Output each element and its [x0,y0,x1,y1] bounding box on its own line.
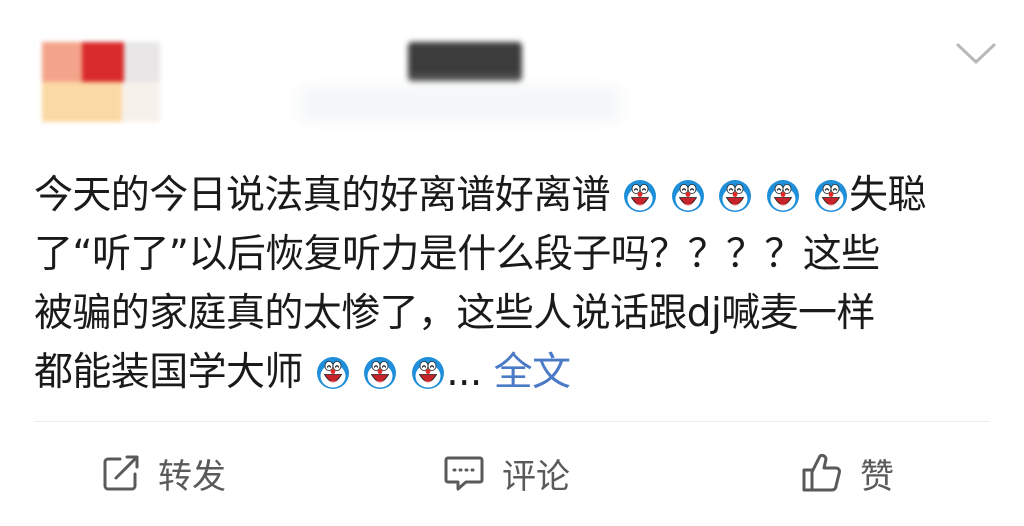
like-button[interactable]: 赞 [800,448,894,498]
doraemon-emoji-svg [767,180,800,212]
doraemon-emoji-svg [815,180,848,212]
post-text-segment: 今天的今日说法真的好离谱好离谱 [34,173,611,218]
doraemon-emoji-svg [623,180,656,212]
avatar-block [42,42,82,82]
doraemon-emoji-icon [398,350,446,395]
avatar-block [82,42,124,82]
avatar-block [122,82,160,122]
avatar-block [124,42,160,82]
doraemon-emoji-svg [364,357,397,389]
repost-button[interactable]: 转发 [100,448,226,498]
doraemon-emoji-icon [303,350,351,395]
doraemon-emoji-svg [719,180,752,212]
doraemon-emoji-icon [610,173,658,218]
post-text-segment: 被骗的家庭真的太惨了，这些人说话跟dj喊麦一样 [34,291,875,336]
post-text-segment: 了“听了”以后恢复听力是什么段子吗？？？？这些 [34,232,880,277]
doraemon-emoji-icon [658,173,706,218]
comment-label: 评论 [502,456,570,497]
post-meta-redacted [300,86,620,122]
chevron-down-icon [956,43,996,64]
post-line: 了“听了”以后恢复听力是什么段子吗？？？？这些 [34,225,994,284]
doraemon-emoji-icon [706,173,754,218]
weibo-post-card: 今天的今日说法真的好离谱好离谱 失聪 了“听了”以后恢复听力是什么段子吗？？？？ [0,0,1024,526]
username-redacted[interactable] [408,42,522,82]
post-text-segment: 失聪 [849,173,926,218]
avatar-block [42,82,122,122]
doraemon-emoji-icon [801,173,849,218]
post-line: 被骗的家庭真的太惨了，这些人说话跟dj喊麦一样 [34,284,994,343]
doraemon-emoji-icon [351,350,399,395]
post-text-segment: 都能装国学大师 [34,350,303,395]
comment-icon [444,456,484,491]
post-content: 今天的今日说法真的好离谱好离谱 失聪 了“听了”以后恢复听力是什么段子吗？？？？ [34,166,994,402]
thumbs-up-icon [802,453,841,492]
more-options-button[interactable] [954,38,998,68]
doraemon-emoji-svg [671,180,704,212]
doraemon-emoji-icon [753,173,801,218]
full-text-link[interactable]: 全文 [494,350,571,395]
doraemon-emoji-svg [412,357,445,389]
post-line: 都能装国学大师 ... 全文 [34,343,994,402]
post-line: 今天的今日说法真的好离谱好离谱 失聪 [34,166,994,225]
truncation-ellipsis: ... [446,350,482,395]
repost-label: 转发 [158,456,226,497]
comment-button[interactable]: 评论 [442,448,570,498]
like-label: 赞 [860,456,894,497]
doraemon-emoji-svg [316,357,349,389]
avatar[interactable] [40,38,164,124]
divider [34,421,990,422]
repost-icon [103,455,139,491]
